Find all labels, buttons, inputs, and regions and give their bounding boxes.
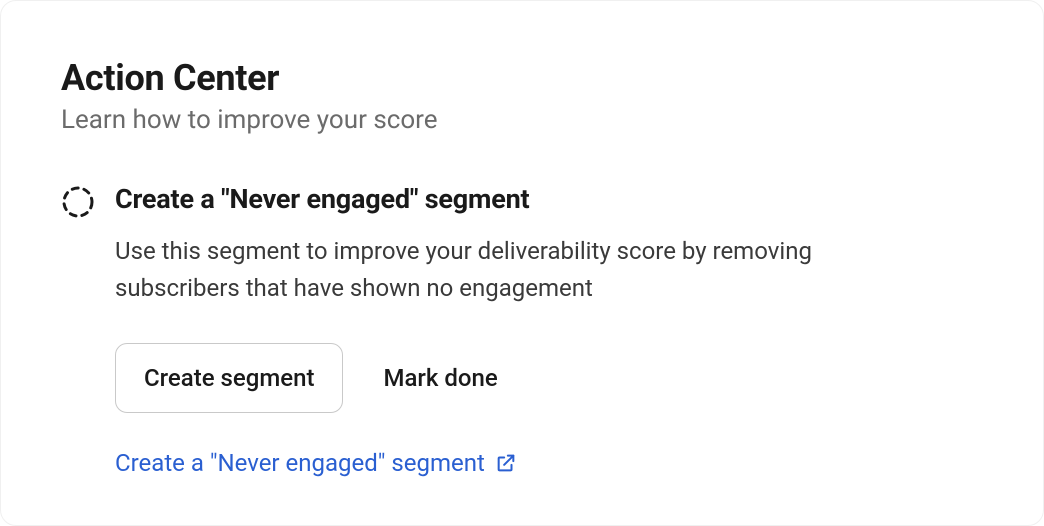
page-title: Action Center	[61, 57, 983, 99]
action-title: Create a "Never engaged" segment	[115, 183, 983, 215]
create-segment-link[interactable]: Create a "Never engaged" segment	[115, 449, 517, 477]
action-buttons: Create segment Mark done	[115, 343, 983, 413]
action-item: Create a "Never engaged" segment Use thi…	[61, 183, 983, 477]
page-subtitle: Learn how to improve your score	[61, 105, 983, 135]
action-description: Use this segment to improve your deliver…	[115, 233, 895, 307]
external-link-icon	[495, 452, 517, 474]
link-label: Create a "Never engaged" segment	[115, 449, 485, 477]
mark-done-button[interactable]: Mark done	[383, 364, 497, 392]
incomplete-status-icon	[61, 185, 95, 219]
create-segment-button[interactable]: Create segment	[115, 343, 343, 413]
action-content: Create a "Never engaged" segment Use thi…	[115, 183, 983, 477]
action-center-card: Action Center Learn how to improve your …	[0, 0, 1044, 526]
